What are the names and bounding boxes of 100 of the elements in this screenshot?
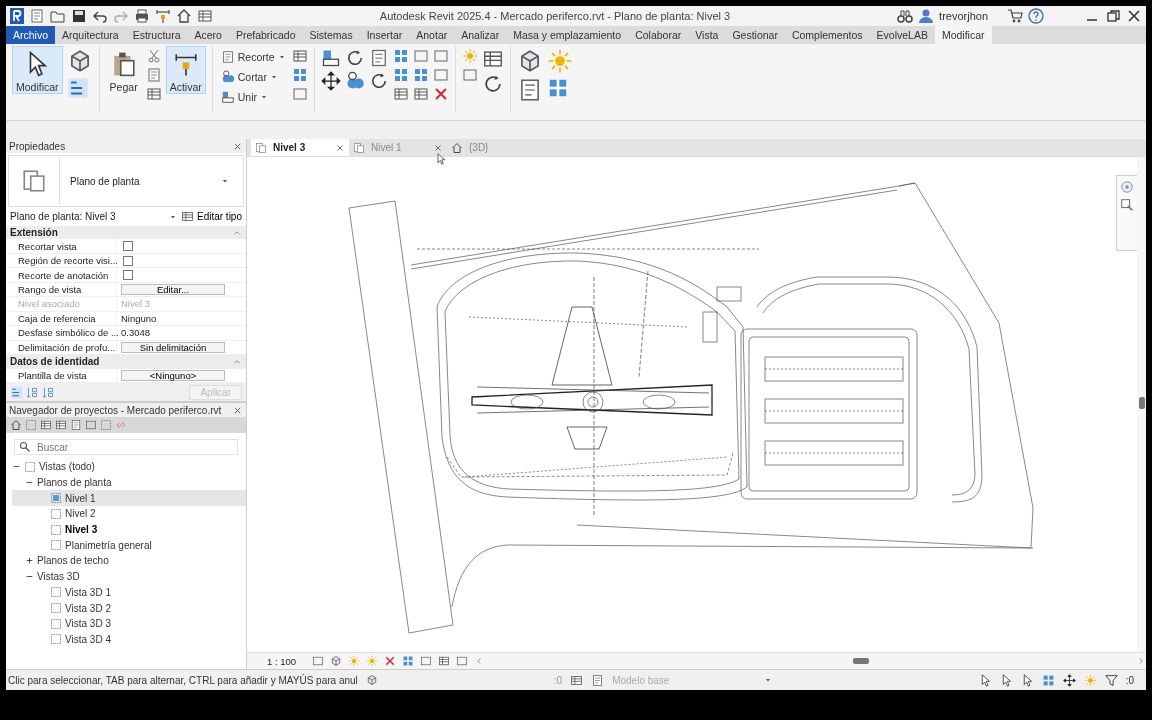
ribbon-tab[interactable]: Complementos — [784, 26, 870, 44]
tree-item[interactable]: Planos de planta — [12, 474, 246, 491]
cart-icon[interactable] — [1007, 8, 1023, 24]
delete-icon[interactable] — [384, 655, 397, 667]
binoculars-icon[interactable] — [897, 8, 914, 24]
ribbon-tab[interactable]: Masa y emplazamiento — [506, 26, 629, 44]
grid-icon[interactable] — [412, 67, 429, 83]
close-icon[interactable] — [335, 142, 345, 153]
edit-type-button[interactable]: Editar tipo — [180, 210, 242, 223]
scroll-thumb[interactable] — [852, 658, 869, 664]
grid-icon[interactable] — [402, 655, 415, 667]
checkbox[interactable] — [123, 255, 133, 266]
property-button[interactable]: Sin delimitación — [121, 341, 225, 353]
tree-item[interactable]: Vistas 3D — [12, 568, 246, 585]
open-folder-icon[interactable] — [50, 8, 66, 24]
geometry-button[interactable]: Unir — [218, 88, 288, 105]
table-icon[interactable] — [392, 86, 409, 102]
move-icon[interactable] — [320, 71, 341, 91]
search-field[interactable]: Buscar — [14, 439, 238, 455]
tree-item[interactable]: Vista 3D 3 — [12, 615, 246, 632]
navigation-bar[interactable] — [1116, 175, 1138, 251]
close-icon[interactable] — [1126, 8, 1142, 24]
activate-button[interactable]: Activar — [165, 46, 206, 94]
tree-item[interactable]: Nivel 2 — [12, 506, 246, 522]
ribbon-tab[interactable]: Acero — [187, 26, 229, 44]
ribbon-tab[interactable]: Analizar — [454, 26, 507, 44]
view-tab[interactable]: Nivel 3 — [251, 139, 349, 156]
property-button[interactable]: Editar... — [121, 284, 225, 296]
table-icon[interactable] — [481, 48, 504, 70]
table-icon[interactable] — [55, 419, 67, 431]
expand-icon[interactable] — [25, 556, 34, 566]
print-icon[interactable] — [134, 8, 150, 24]
table-icon[interactable] — [438, 655, 451, 667]
box-icon[interactable] — [312, 655, 325, 667]
table-icon[interactable] — [145, 86, 162, 102]
sheet-icon[interactable] — [591, 673, 605, 687]
house-icon[interactable] — [176, 8, 192, 24]
group-header[interactable]: Extensión — [10, 227, 58, 239]
user-name[interactable]: trevorjhon — [939, 10, 988, 22]
cube-icon[interactable] — [365, 674, 378, 686]
table-icon[interactable] — [412, 86, 429, 102]
categorized-icon[interactable] — [10, 385, 23, 399]
sort-icon[interactable] — [42, 385, 55, 399]
box-icon[interactable] — [85, 419, 97, 431]
save-icon[interactable] — [71, 8, 87, 24]
sort-icon[interactable] — [26, 385, 39, 399]
ribbon-tab[interactable]: Vista — [688, 26, 726, 44]
help-icon[interactable] — [1028, 8, 1044, 24]
property-button[interactable]: <Ninguno> — [121, 369, 225, 381]
zoom-icon[interactable] — [1120, 198, 1134, 212]
box-icon[interactable] — [420, 655, 433, 667]
ribbon-tab[interactable]: Colaborar — [628, 26, 689, 44]
filter-icon[interactable] — [1104, 673, 1118, 687]
ribbon-tab[interactable]: Gestionar — [725, 26, 785, 44]
circles-icon[interactable] — [344, 71, 365, 91]
properties-icon[interactable] — [66, 77, 89, 99]
checkbox[interactable] — [123, 241, 133, 252]
checkbox[interactable] — [123, 270, 133, 281]
user-icon[interactable] — [918, 8, 935, 24]
restore-icon[interactable] — [1105, 8, 1121, 24]
ribbon-tab[interactable]: Modificar — [934, 26, 992, 44]
ribbon-tab[interactable]: Sistemas — [302, 26, 360, 44]
table-icon[interactable] — [291, 48, 308, 64]
view-icon[interactable] — [100, 419, 112, 431]
tree-item[interactable]: Planimetría general — [12, 537, 246, 554]
tree-item[interactable]: Nivel 3 — [12, 521, 246, 538]
move-icon[interactable] — [1062, 673, 1076, 687]
ribbon-tab[interactable]: Insertar — [359, 26, 410, 44]
table-icon[interactable] — [40, 419, 52, 431]
geometry-button[interactable]: Cortar — [218, 68, 288, 85]
scroll-thumb[interactable] — [1139, 397, 1145, 409]
pin-icon[interactable] — [155, 8, 171, 24]
sheet-icon[interactable] — [70, 419, 82, 431]
delete-icon[interactable] — [432, 86, 449, 102]
tree-item[interactable]: Vista 3D 4 — [12, 631, 246, 648]
grid-icon[interactable] — [392, 67, 409, 83]
tree-item[interactable]: Vistas (todo) — [12, 459, 246, 475]
grid-icon[interactable] — [392, 48, 409, 64]
ribbon-tab[interactable]: Estructura — [125, 26, 188, 44]
cube-icon[interactable] — [330, 655, 343, 667]
app-logo[interactable] — [10, 8, 24, 24]
table-icon[interactable] — [570, 673, 584, 687]
ribbon-tab[interactable]: Prefabricado — [228, 26, 303, 44]
modify-button[interactable]: Modificar — [12, 46, 63, 94]
ribbon-tab[interactable]: EvolveLAB — [869, 26, 935, 44]
scissors-icon[interactable] — [145, 48, 162, 64]
table-icon[interactable] — [197, 8, 213, 24]
scale-label[interactable]: 1 : 100 — [267, 655, 297, 667]
tree-item[interactable]: Planos de techo — [12, 553, 246, 569]
grid-icon[interactable] — [291, 67, 308, 83]
type-selector[interactable]: Plano de planta — [8, 155, 244, 207]
box-icon[interactable] — [456, 655, 469, 667]
geometry-button[interactable]: Recorte — [218, 48, 288, 65]
paste-button[interactable]: Pegar — [105, 46, 142, 94]
tree-item[interactable]: Vista 3D 2 — [12, 600, 246, 616]
ribbon-tab[interactable]: Arquitectura — [55, 26, 126, 44]
ribbon-tab[interactable]: Archivo — [6, 26, 55, 44]
tree-item[interactable]: Vista 3D 1 — [12, 584, 246, 601]
instance-dropdown[interactable]: Plano de planta: Nivel 3 — [10, 211, 177, 222]
house-icon[interactable] — [10, 419, 22, 431]
